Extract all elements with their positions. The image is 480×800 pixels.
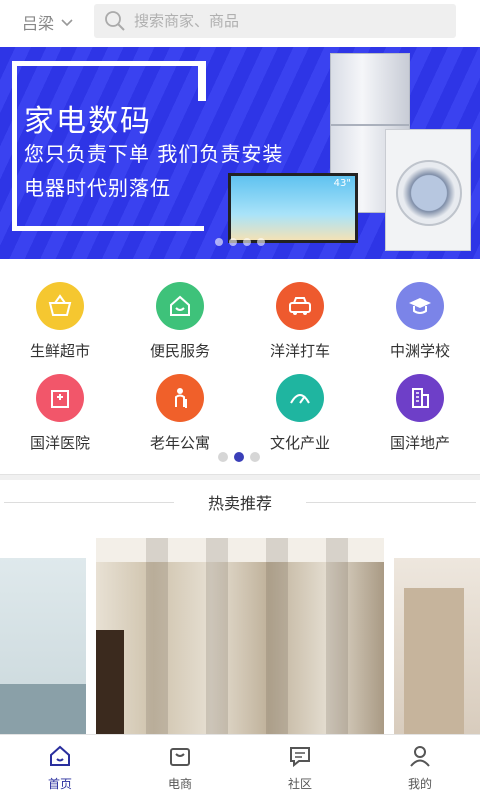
category-label: 文化产业 xyxy=(269,434,330,452)
nav-label: 我的 xyxy=(407,777,432,791)
nav-label: 电商 xyxy=(167,777,192,791)
category-label: 国洋医院 xyxy=(29,434,90,452)
bottom-nav: 首页 电商 社区 我的 xyxy=(0,734,480,800)
category-label: 国洋地产 xyxy=(389,434,450,452)
section-divider xyxy=(0,474,480,480)
category-item-school[interactable]: 中渊学校 xyxy=(360,282,480,361)
banner-dot[interactable] xyxy=(229,238,237,246)
search-input[interactable] xyxy=(134,12,434,30)
category-item-real-estate[interactable]: 国洋地产 xyxy=(360,374,480,453)
city-label: 吕梁 xyxy=(22,14,55,33)
pager-dot[interactable] xyxy=(250,452,260,462)
shop-bag-icon xyxy=(170,748,190,766)
pager-dot-active[interactable] xyxy=(234,452,244,462)
chat-icon xyxy=(290,747,310,768)
graduation-cap-icon xyxy=(396,282,444,330)
city-selector[interactable]: 吕梁 xyxy=(22,10,74,34)
hospital-icon xyxy=(36,374,84,422)
basket-icon xyxy=(36,282,84,330)
user-icon xyxy=(410,746,430,767)
category-label: 中渊学校 xyxy=(389,342,450,360)
banner-dot[interactable] xyxy=(215,238,223,246)
category-label: 洋洋打车 xyxy=(269,342,330,360)
category-item-culture[interactable]: 文化产业 xyxy=(240,374,360,453)
house-icon xyxy=(156,282,204,330)
nav-item-home[interactable]: 首页 xyxy=(0,735,120,800)
nav-item-profile[interactable]: 我的 xyxy=(360,735,480,800)
banner-dot[interactable] xyxy=(243,238,251,246)
category-pager xyxy=(218,452,260,462)
nav-label: 首页 xyxy=(47,777,72,791)
building-icon xyxy=(396,374,444,422)
search-bar[interactable] xyxy=(94,4,456,38)
home-icon xyxy=(50,745,70,766)
category-item-taxi[interactable]: 洋洋打车 xyxy=(240,282,360,361)
nav-label: 社区 xyxy=(287,777,312,791)
product-image-featured[interactable] xyxy=(96,538,384,734)
product-image[interactable] xyxy=(0,558,86,734)
nav-item-community[interactable]: 社区 xyxy=(240,735,360,800)
top-bar: 吕梁 xyxy=(0,0,480,44)
hot-section-header: 热卖推荐 xyxy=(0,490,480,514)
pager-dot[interactable] xyxy=(218,452,228,462)
nav-item-shop[interactable]: 电商 xyxy=(120,735,240,800)
promo-banner[interactable]: 43" 家电数码 您只负责下单 我们负责安装 电器时代别落伍 xyxy=(0,47,480,259)
tv-size-label: 43" xyxy=(333,178,351,189)
tv-image: 43" xyxy=(228,173,358,243)
taxi-icon xyxy=(276,282,324,330)
elder-icon xyxy=(156,374,204,422)
banner-dot[interactable] xyxy=(257,238,265,246)
chevron-down-icon xyxy=(61,19,73,27)
banner-pager xyxy=(215,238,265,246)
category-label: 生鲜超市 xyxy=(29,342,90,360)
product-image[interactable] xyxy=(394,558,480,734)
washer-image xyxy=(385,129,471,251)
category-label: 便民服务 xyxy=(149,342,210,360)
search-icon xyxy=(105,11,125,31)
banner-title: 家电数码 xyxy=(24,104,152,139)
banner-slogan: 您只负责下单 我们负责安装 xyxy=(24,142,284,166)
hot-section-title: 热卖推荐 xyxy=(207,494,272,513)
category-item-elder-home[interactable]: 老年公寓 xyxy=(120,374,240,453)
banner-tagline: 电器时代别落伍 xyxy=(24,176,171,200)
culture-icon xyxy=(276,374,324,422)
category-item-fresh-market[interactable]: 生鲜超市 xyxy=(0,282,120,361)
category-item-hospital[interactable]: 国洋医院 xyxy=(0,374,120,453)
category-item-services[interactable]: 便民服务 xyxy=(120,282,240,361)
category-label: 老年公寓 xyxy=(149,434,210,452)
